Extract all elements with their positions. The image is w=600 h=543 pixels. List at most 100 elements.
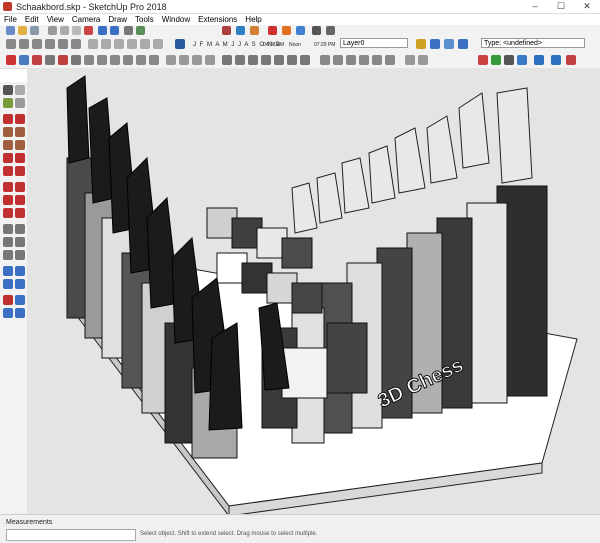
sandbox-from-contours-icon[interactable] — [222, 55, 232, 65]
entity-type-dropdown[interactable]: Type: <undefined> — [481, 38, 585, 48]
orbit-tool-icon[interactable] — [3, 266, 13, 276]
style-icon[interactable] — [282, 26, 291, 35]
move-tool-icon[interactable] — [3, 182, 13, 192]
model-info-icon[interactable] — [136, 26, 145, 35]
look-around-icon[interactable] — [15, 295, 25, 305]
scale-tool-icon[interactable] — [3, 208, 13, 218]
tape-measure-icon[interactable] — [84, 55, 94, 65]
layout-icon[interactable] — [268, 26, 277, 35]
maximize-button[interactable]: ☐ — [548, 0, 574, 13]
hidden-line-icon[interactable] — [114, 39, 124, 49]
subtract-icon[interactable] — [359, 55, 369, 65]
print-icon[interactable] — [124, 26, 133, 35]
follow-me-tool-icon[interactable] — [15, 195, 25, 205]
extension-icon-1[interactable] — [478, 55, 488, 65]
extension-icon-4[interactable] — [517, 55, 527, 65]
open-icon[interactable] — [18, 26, 27, 35]
solid-tools-icon[interactable] — [326, 26, 335, 35]
flip-edge-icon[interactable] — [300, 55, 310, 65]
polygon-icon[interactable] — [15, 140, 25, 150]
smoove-icon[interactable] — [248, 55, 258, 65]
toggle-terrain-icon[interactable] — [418, 55, 428, 65]
display-section-icon[interactable] — [444, 39, 454, 49]
select-icon[interactable] — [3, 85, 13, 95]
erase-icon[interactable] — [84, 26, 93, 35]
pan-tool-icon[interactable] — [15, 266, 25, 276]
rotated-rectangle-icon[interactable] — [15, 127, 25, 137]
menu-tools[interactable]: Tools — [131, 15, 158, 24]
menu-camera[interactable]: Camera — [68, 15, 104, 24]
top-view-icon[interactable] — [19, 39, 29, 49]
dimension-icon[interactable] — [97, 55, 107, 65]
sandbox-from-scratch-icon[interactable] — [235, 55, 245, 65]
xray-icon[interactable] — [88, 39, 98, 49]
eraser-icon[interactable] — [15, 85, 25, 95]
new-icon[interactable] — [6, 26, 15, 35]
scale-icon[interactable] — [58, 55, 68, 65]
material-icon[interactable] — [296, 26, 305, 35]
pan-icon[interactable] — [179, 55, 189, 65]
shadows-icon[interactable] — [175, 39, 185, 49]
intersect-icon[interactable] — [333, 55, 343, 65]
left-view-icon[interactable] — [71, 39, 81, 49]
circle-icon[interactable] — [3, 140, 13, 150]
right-view-icon[interactable] — [45, 39, 55, 49]
ruby-console-icon[interactable] — [551, 55, 561, 65]
move-icon[interactable] — [19, 55, 29, 65]
rotate-icon[interactable] — [32, 55, 42, 65]
push-pull-tool-icon[interactable] — [15, 182, 25, 192]
copy-icon[interactable] — [60, 26, 69, 35]
rectangle-icon[interactable] — [3, 127, 13, 137]
shaded-icon[interactable] — [127, 39, 137, 49]
back-view-icon[interactable] — [58, 39, 68, 49]
play-icon[interactable] — [534, 55, 544, 65]
offset-tool-icon[interactable] — [15, 208, 25, 218]
zoom-extents-icon[interactable] — [205, 55, 215, 65]
freehand-icon[interactable] — [15, 114, 25, 124]
menu-view[interactable]: View — [43, 15, 68, 24]
3d-text-icon[interactable] — [149, 55, 159, 65]
menu-file[interactable]: File — [0, 15, 21, 24]
section-plane-icon[interactable] — [430, 39, 440, 49]
zoom-window-icon[interactable] — [15, 279, 25, 289]
close-button[interactable]: ✕ — [574, 0, 600, 13]
split-icon[interactable] — [385, 55, 395, 65]
model-viewport[interactable]: 3D Chess — [27, 68, 600, 514]
front-view-icon[interactable] — [32, 39, 42, 49]
section-tool-icon[interactable] — [15, 308, 25, 318]
tape-tool-icon[interactable] — [3, 224, 13, 234]
save-icon[interactable] — [30, 26, 39, 35]
menu-draw[interactable]: Draw — [104, 15, 131, 24]
menu-window[interactable]: Window — [158, 15, 194, 24]
minimize-button[interactable]: – — [522, 0, 548, 13]
measurements-input[interactable] — [6, 529, 136, 541]
axes-tool-icon[interactable] — [3, 250, 13, 260]
orbit-icon[interactable] — [166, 55, 176, 65]
protractor-tool-icon[interactable] — [3, 237, 13, 247]
text-tool-icon[interactable] — [123, 55, 133, 65]
extension-warehouse-icon[interactable] — [250, 26, 259, 35]
previous-scene-icon[interactable] — [416, 39, 426, 49]
drape-icon[interactable] — [274, 55, 284, 65]
iso-view-icon[interactable] — [6, 39, 16, 49]
pie-icon[interactable] — [15, 166, 25, 176]
menu-edit[interactable]: Edit — [21, 15, 43, 24]
redo-icon[interactable] — [110, 26, 119, 35]
add-location-icon[interactable] — [405, 55, 415, 65]
protractor-icon[interactable] — [110, 55, 120, 65]
warehouse-icon[interactable] — [222, 26, 231, 35]
three-point-arc-icon[interactable] — [3, 166, 13, 176]
two-point-arc-icon[interactable] — [15, 153, 25, 163]
paste-icon[interactable] — [72, 26, 81, 35]
shaded-textures-icon[interactable] — [140, 39, 150, 49]
union-icon[interactable] — [346, 55, 356, 65]
monochrome-icon[interactable] — [153, 39, 163, 49]
paint-bucket-icon[interactable] — [3, 98, 13, 108]
position-camera-icon[interactable] — [3, 295, 13, 305]
make-component-icon[interactable] — [15, 98, 25, 108]
layer-dropdown[interactable]: Layer0 — [340, 38, 408, 48]
outer-shell-icon[interactable] — [320, 55, 330, 65]
zoom-icon[interactable] — [192, 55, 202, 65]
add-detail-icon[interactable] — [287, 55, 297, 65]
menu-help[interactable]: Help — [241, 15, 265, 24]
